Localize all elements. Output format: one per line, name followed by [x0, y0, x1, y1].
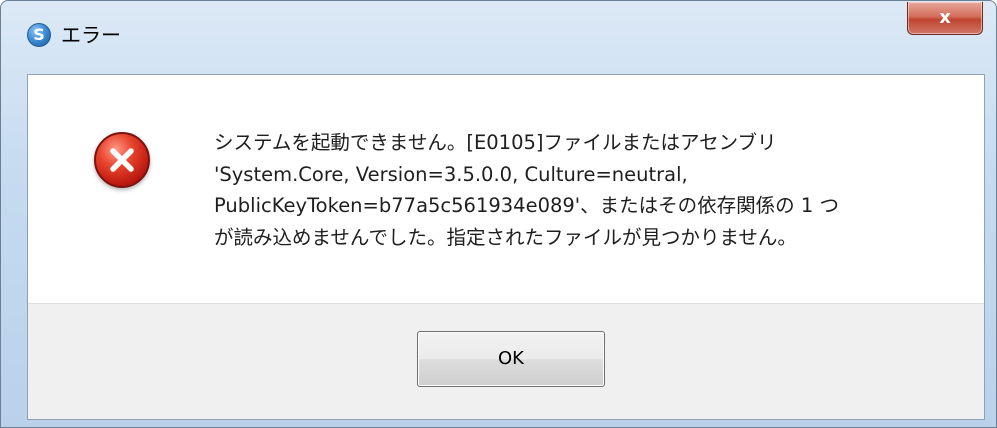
message-line: 'System.Core, Version=3.5.0.0, Culture=n… [214, 162, 688, 186]
app-logo-glyph: S [33, 25, 45, 44]
error-dialog-window: S エラー x システムを起動できません。[E0105]ファイルまたはアセンブリ… [0, 0, 997, 428]
dialog-body: システムを起動できません。[E0105]ファイルまたはアセンブリ 'System… [27, 74, 985, 420]
message-area: システムを起動できません。[E0105]ファイルまたはアセンブリ 'System… [28, 75, 984, 304]
app-logo-icon: S [27, 23, 51, 47]
message-line: システムを起動できません。[E0105]ファイルまたはアセンブリ [214, 131, 777, 154]
window-title: エラー [61, 23, 121, 47]
close-icon: x [939, 7, 951, 28]
message-line: PublicKeyToken=b77a5c561934e089'、またはその依存… [214, 194, 839, 217]
title-bar[interactable]: S エラー x [1, 1, 996, 59]
close-button[interactable]: x [907, 2, 983, 35]
error-x-icon [94, 132, 150, 188]
ok-button[interactable]: OK [417, 331, 605, 387]
message-line: が読み込めませんでした。指定されたファイルが見つかりません。 [214, 225, 797, 249]
error-message: システムを起動できません。[E0105]ファイルまたはアセンブリ 'System… [214, 127, 974, 253]
